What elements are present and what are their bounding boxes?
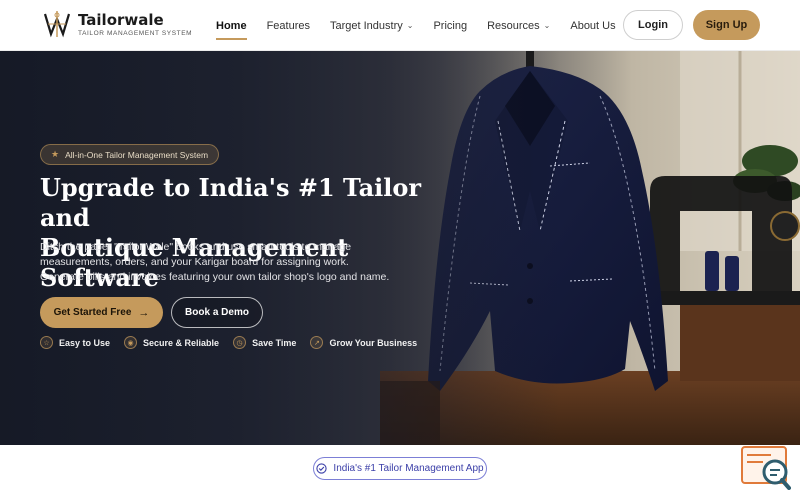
section-pill: India's #1 Tailor Management App <box>313 457 487 480</box>
arrow-right-icon: → <box>138 306 150 319</box>
nav-features[interactable]: Features <box>267 0 310 51</box>
hero-features: ☆ Easy to Use ◉ Secure & Reliable ◷ Save… <box>40 336 431 349</box>
hero-description: Ditch the paper "Tailor Wale" books and … <box>40 241 390 283</box>
brand-name: Tailorwale <box>78 10 164 29</box>
nav-target-industry[interactable]: Target Industry ⌄ <box>330 0 413 51</box>
feature-grow-business: ↗ Grow Your Business <box>310 336 417 349</box>
star-icon: ☆ <box>40 336 53 349</box>
brand-logo[interactable]: Tailorwale TAILOR MANAGEMENT SYSTEM <box>42 9 192 39</box>
tailor-logo-icon <box>43 11 71 38</box>
chat-support-icon[interactable] <box>741 446 791 490</box>
nav-home[interactable]: Home <box>216 0 247 51</box>
nav-pricing[interactable]: Pricing <box>433 0 467 51</box>
top-navbar: Tailorwale TAILOR MANAGEMENT SYSTEM Home… <box>0 0 800 51</box>
login-button[interactable]: Login <box>623 10 683 40</box>
hero-badge: ★ All-in-One Tailor Management System <box>40 144 220 165</box>
check-circle-icon <box>316 463 328 474</box>
main-menu: Home Features Target Industry ⌄ Pricing R… <box>216 0 636 51</box>
get-started-button[interactable]: Get Started Free → <box>40 297 163 328</box>
feature-easy-to-use: ☆ Easy to Use <box>40 336 110 349</box>
feature-secure-reliable: ◉ Secure & Reliable <box>124 336 219 349</box>
trend-icon: ↗ <box>310 336 324 349</box>
chevron-down-icon: ⌄ <box>543 21 551 30</box>
hero-section: ★ All-in-One Tailor Management System Up… <box>0 51 800 445</box>
brand-tagline: TAILOR MANAGEMENT SYSTEM <box>78 29 193 37</box>
shield-icon: ◉ <box>124 336 138 349</box>
nav-about-us[interactable]: About Us <box>570 0 615 51</box>
chevron-down-icon: ⌄ <box>406 21 414 30</box>
feature-save-time: ◷ Save Time <box>233 336 296 349</box>
nav-resources[interactable]: Resources ⌄ <box>487 0 550 51</box>
clock-icon: ◷ <box>233 336 247 349</box>
star-icon: ★ <box>51 149 60 159</box>
signup-button[interactable]: Sign Up <box>693 10 760 40</box>
book-demo-button[interactable]: Book a Demo <box>171 297 263 328</box>
